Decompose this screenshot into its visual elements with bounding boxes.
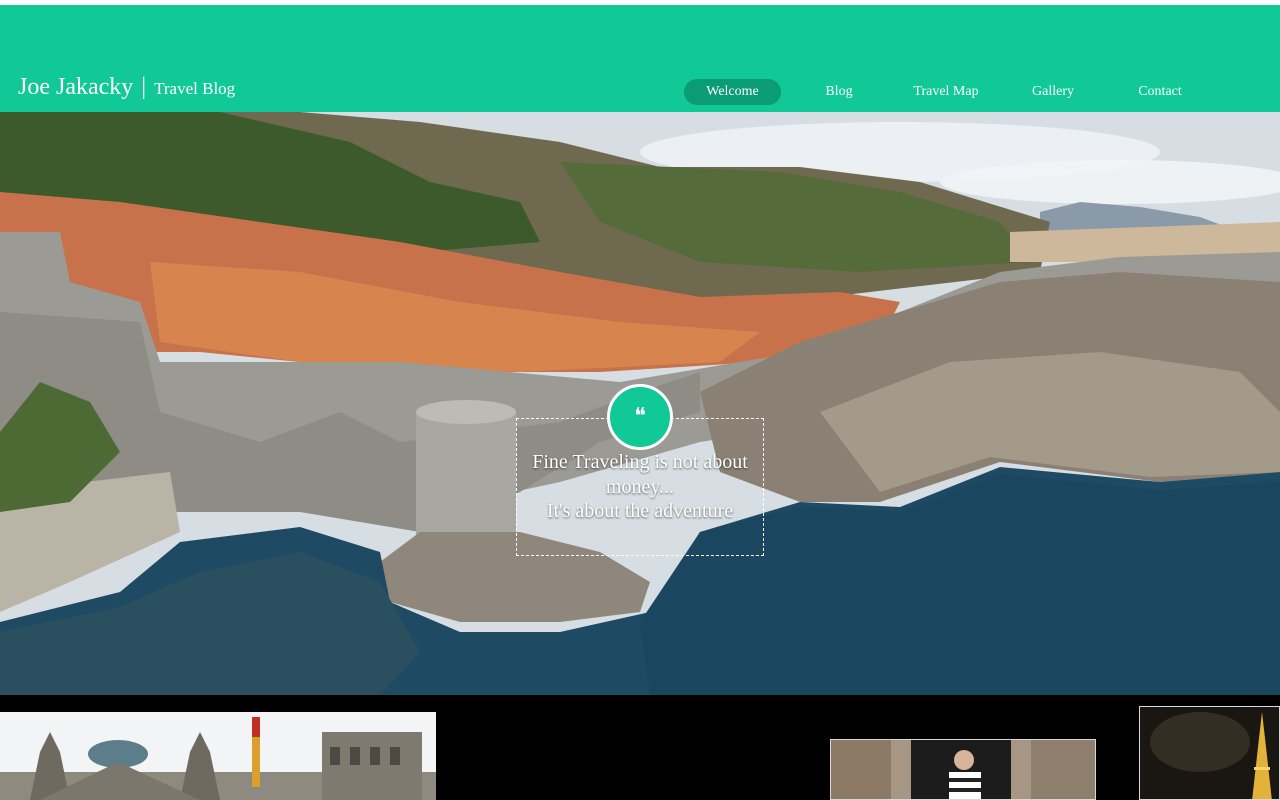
- quote-icon: ❝: [607, 384, 673, 450]
- nav-welcome[interactable]: Welcome: [684, 79, 781, 105]
- nav-contact[interactable]: Contact: [1127, 79, 1193, 105]
- street-photo[interactable]: [830, 739, 1096, 800]
- brand[interactable]: Joe Jakacky | Travel Blog: [18, 74, 235, 101]
- hero-banner: ❝ Fine Traveling is not about money... I…: [0, 112, 1280, 695]
- site-header: Joe Jakacky | Travel Blog Welcome Blog T…: [0, 5, 1280, 112]
- gallery-strip: [0, 695, 1280, 800]
- quote-line-1: Fine Traveling is not about money...: [532, 451, 748, 498]
- nav-blog[interactable]: Blog: [809, 79, 869, 105]
- building-photo[interactable]: [0, 712, 436, 800]
- brand-tagline: Travel Blog: [154, 79, 236, 98]
- brand-separator: |: [141, 74, 147, 100]
- quote-line-2: It's about the adventure: [546, 500, 734, 522]
- tower-photo[interactable]: [1139, 706, 1280, 800]
- nav-travel-map[interactable]: Travel Map: [904, 79, 988, 105]
- quote-text: Fine Traveling is not about money... It'…: [516, 450, 764, 524]
- brand-name: Joe Jakacky: [18, 74, 134, 100]
- nav-gallery[interactable]: Gallery: [1020, 79, 1086, 105]
